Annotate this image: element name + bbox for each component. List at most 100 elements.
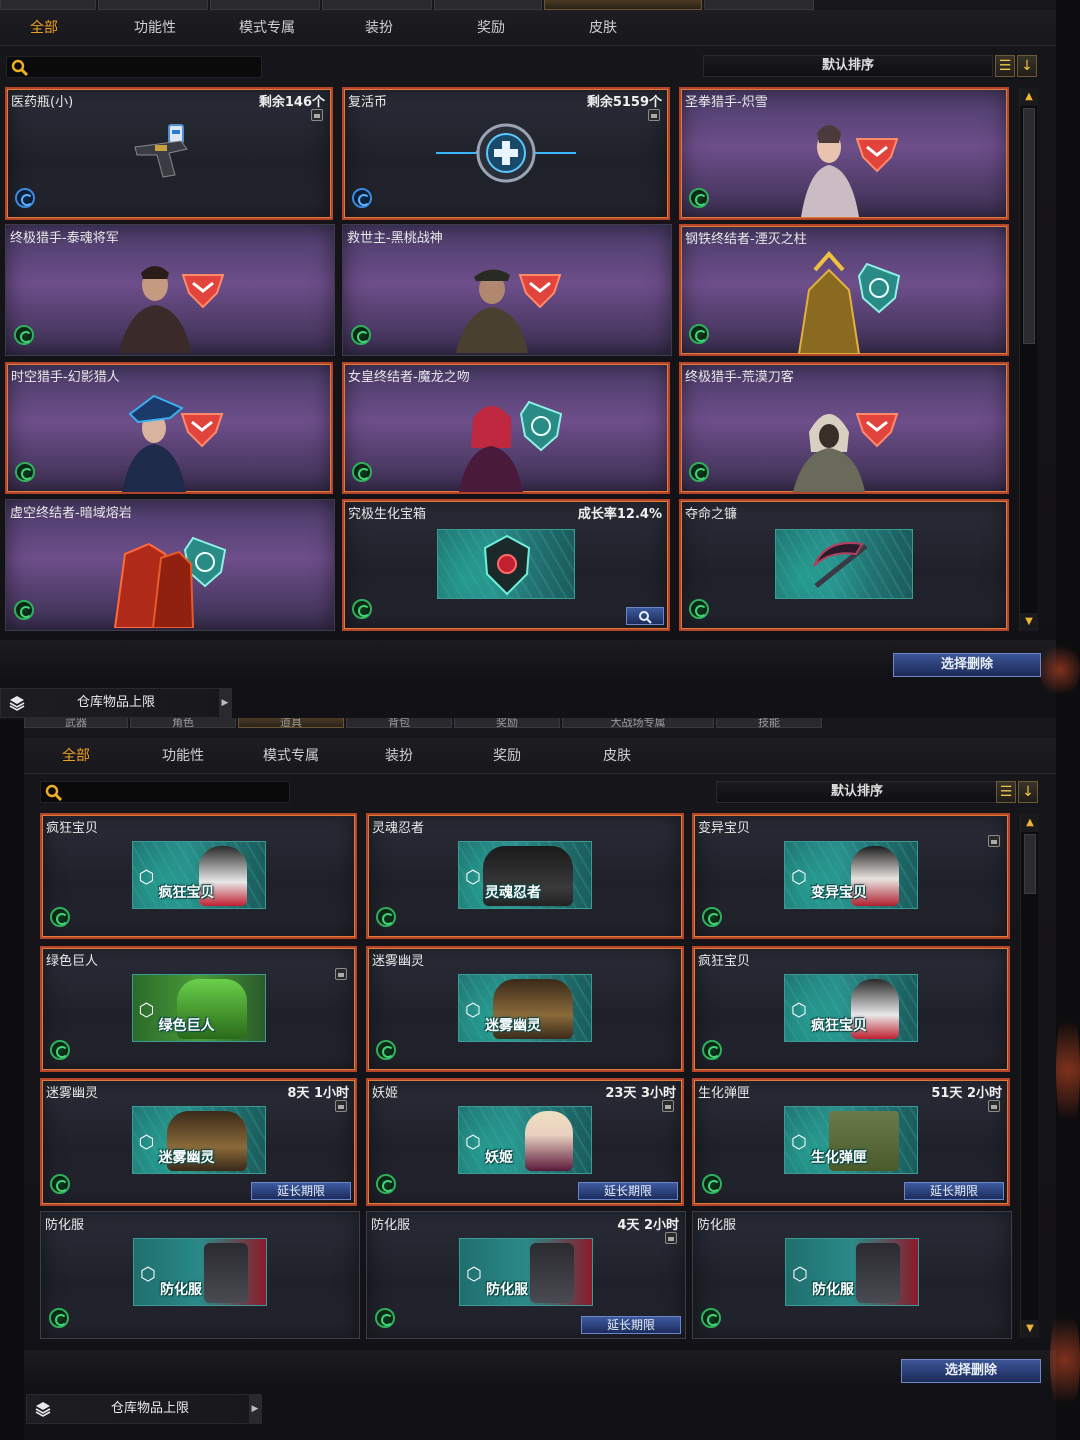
select-delete-button[interactable]: 选择删除 <box>893 653 1041 677</box>
item-name: 钢铁终结者-湮灭之柱 <box>685 232 807 247</box>
scrollbar[interactable]: ▲ ▼ <box>1019 88 1038 631</box>
lock-icon[interactable] <box>648 109 660 121</box>
top-tab-selected[interactable] <box>544 0 702 10</box>
scroll-up-icon[interactable]: ▲ <box>1021 814 1039 832</box>
item-card[interactable]: 终极猎手-泰魂将军 <box>5 224 335 356</box>
storage-limit-bar[interactable]: 仓库物品上限 ▶ <box>0 688 232 718</box>
item-card[interactable]: 究极生化宝箱 成长率12.4% <box>342 499 670 631</box>
scrollbar[interactable]: ▲ ▼ <box>1020 814 1039 1338</box>
storage-limit-bar[interactable]: 仓库物品上限 ▶ <box>26 1394 262 1424</box>
list-view-icon[interactable]: ☰ <box>996 781 1016 803</box>
item-image: ⬡ 防化服 <box>459 1238 593 1306</box>
top-tab-label: 背包 <box>388 718 410 728</box>
zoom-button[interactable] <box>626 607 664 625</box>
extend-duration-button[interactable]: 延长期限 <box>904 1182 1004 1200</box>
tile-label: 迷雾幽灵 <box>158 1150 215 1166</box>
character-portrait-icon <box>459 400 563 492</box>
item-card[interactable]: 防化服 ⬡ 防化服 <box>40 1211 360 1339</box>
top-tab-label: 奖励 <box>496 718 518 728</box>
select-delete-button[interactable]: 选择删除 <box>901 1359 1041 1383</box>
item-card[interactable]: 生化弹匣 51天 2小时 ⬡ 生化弹匣 延长期限 <box>692 1078 1010 1206</box>
costume-badge-icon <box>50 1174 70 1194</box>
item-name: 救世主-黑桃战神 <box>347 231 443 246</box>
tab-mode-exclusive[interactable]: 模式专属 <box>238 738 344 774</box>
top-tab[interactable]: 大战场专属 <box>562 718 714 728</box>
item-card[interactable]: 疯狂宝贝 ⬡ 疯狂宝贝 <box>692 946 1010 1072</box>
top-tab[interactable] <box>98 0 208 10</box>
item-card[interactable]: 防化服 4天 2小时 ⬡ 防化服 延长期限 <box>366 1211 686 1339</box>
item-card[interactable]: 复活币 剩余5159个 <box>342 87 670 220</box>
scroll-down-icon[interactable]: ▼ <box>1020 613 1038 631</box>
lock-icon[interactable] <box>988 835 1000 847</box>
tab-reward[interactable]: 奖励 <box>454 738 560 774</box>
ember-glow <box>1040 640 1080 700</box>
top-tab[interactable] <box>322 0 432 10</box>
item-card[interactable]: 疯狂宝贝 ⬡ 疯狂宝贝 <box>40 813 357 939</box>
lock-icon[interactable] <box>311 109 323 121</box>
item-card[interactable]: 绿色巨人 ⬡ 绿色巨人 <box>40 946 357 1072</box>
item-card[interactable]: 钢铁终结者-湮灭之柱 <box>679 224 1009 356</box>
item-card[interactable]: 防化服 ⬡ 防化服 <box>692 1211 1012 1339</box>
tab-mode-exclusive[interactable]: 模式专属 <box>212 10 322 46</box>
lock-icon[interactable] <box>662 1100 674 1112</box>
scroll-down-icon[interactable]: ▼ <box>1021 1320 1039 1338</box>
item-card[interactable]: 虚空终结者-暗域熔岩 <box>5 499 335 631</box>
item-name: 女皇终结者-魔龙之吻 <box>348 370 470 385</box>
tab-skin[interactable]: 皮肤 <box>562 738 672 774</box>
tab-skin[interactable]: 皮肤 <box>548 10 658 46</box>
expand-arrow-icon[interactable]: ▶ <box>219 689 231 717</box>
costume-badge-icon <box>689 324 709 344</box>
item-card[interactable]: 迷雾幽灵 ⬡ 迷雾幽灵 <box>366 946 684 1072</box>
top-tab-selected[interactable]: 道具 <box>238 718 344 728</box>
extend-duration-button[interactable]: 延长期限 <box>581 1316 681 1334</box>
expand-arrow-icon[interactable]: ▶ <box>249 1395 261 1423</box>
top-tab[interactable] <box>210 0 320 10</box>
sort-direction-icon[interactable]: ↓ <box>1017 55 1037 77</box>
tab-all[interactable]: 全部 <box>24 738 128 774</box>
item-image: ⬡ 迷雾幽灵 <box>458 974 592 1042</box>
top-tab[interactable] <box>0 0 96 10</box>
item-card[interactable]: 灵魂忍者 ⬡ 灵魂忍者 <box>366 813 684 939</box>
item-card[interactable]: 圣拳猎手-炽雪 <box>679 87 1009 220</box>
scroll-up-icon[interactable]: ▲ <box>1020 88 1038 106</box>
top-tab[interactable] <box>704 0 814 10</box>
item-card[interactable]: 变异宝贝 ⬡ 变异宝贝 <box>692 813 1010 939</box>
item-card[interactable]: 时空猎手-幻影猎人 <box>5 362 333 494</box>
top-tab[interactable]: 奖励 <box>454 718 560 728</box>
top-tab[interactable]: 背包 <box>346 718 452 728</box>
search-input[interactable] <box>40 781 290 803</box>
item-card[interactable]: 救世主-黑桃战神 <box>342 224 672 356</box>
lock-icon[interactable] <box>988 1100 1000 1112</box>
hazmat-vest <box>530 1243 574 1303</box>
extend-duration-button[interactable]: 延长期限 <box>578 1182 678 1200</box>
lock-icon[interactable] <box>335 968 347 980</box>
list-view-icon[interactable]: ☰ <box>995 55 1015 77</box>
tab-functional[interactable]: 功能性 <box>100 10 210 46</box>
item-image: ⬡ 迷雾幽灵 <box>131 1106 266 1174</box>
item-card[interactable]: 医药瓶(小) 剩余146个 <box>5 87 333 220</box>
lock-icon[interactable] <box>335 1100 347 1112</box>
tab-costume[interactable]: 装扮 <box>324 10 434 46</box>
lock-icon[interactable] <box>665 1232 677 1244</box>
tab-costume[interactable]: 装扮 <box>346 738 452 774</box>
top-tab[interactable]: 武器 <box>24 718 128 728</box>
search-input[interactable] <box>6 56 262 78</box>
item-card[interactable]: 终极猎手-荒漠刀客 <box>679 362 1009 494</box>
item-count: 剩余5159个 <box>586 95 662 110</box>
tab-reward[interactable]: 奖励 <box>436 10 546 46</box>
item-card[interactable]: 女皇终结者-魔龙之吻 <box>342 362 670 494</box>
tab-all[interactable]: 全部 <box>0 10 88 46</box>
top-tab[interactable] <box>434 0 542 10</box>
top-tab[interactable]: 角色 <box>130 718 236 728</box>
scroll-thumb[interactable] <box>1023 108 1035 344</box>
item-card[interactable]: 妖姬 23天 3小时 ⬡ 妖姬 延长期限 <box>366 1078 684 1206</box>
sort-dropdown[interactable]: 默认排序 <box>716 781 998 803</box>
sort-dropdown[interactable]: 默认排序 <box>703 55 993 77</box>
scroll-thumb[interactable] <box>1024 834 1036 894</box>
extend-duration-button[interactable]: 延长期限 <box>251 1182 351 1200</box>
item-card[interactable]: 迷雾幽灵 8天 1小时 ⬡ 迷雾幽灵 延长期限 <box>40 1078 357 1206</box>
item-card[interactable]: 夺命之镰 <box>679 499 1009 631</box>
sort-direction-icon[interactable]: ↓ <box>1018 781 1038 803</box>
top-tab[interactable]: 技能 <box>716 718 822 728</box>
tab-functional[interactable]: 功能性 <box>130 738 236 774</box>
